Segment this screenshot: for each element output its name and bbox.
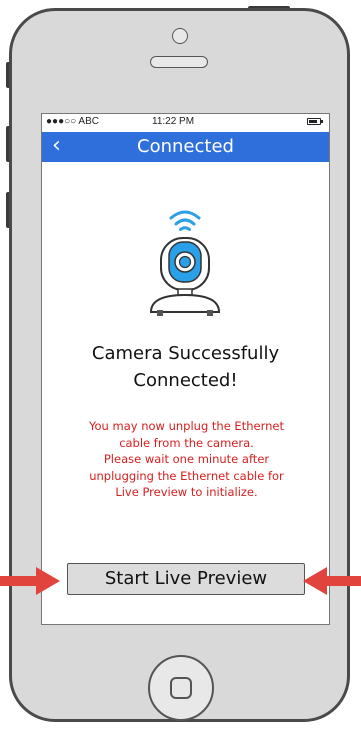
notice-line-1: You may now unplug the Ethernet: [89, 419, 284, 433]
nav-title: Connected: [137, 136, 234, 157]
status-bar: ●●●○○ ABC 11:22 PM: [42, 114, 329, 130]
notice-line-5: Live Preview to initialize.: [115, 485, 258, 499]
camera-wifi-icon: [149, 210, 221, 316]
home-square-icon: [170, 677, 192, 699]
notice-line-3: Please wait one minute after: [103, 452, 270, 466]
start-live-preview-button[interactable]: Start Live Preview: [67, 563, 305, 595]
right-arrow-icon: [0, 567, 60, 595]
left-arrow-icon: [303, 567, 361, 595]
mockup-canvas: ●●●○○ ABC 11:22 PM ‹ Connected Camera Su…: [0, 0, 361, 729]
status-time: 11:22 PM: [152, 116, 195, 127]
phone-screen: ●●●○○ ABC 11:22 PM ‹ Connected Camera Su…: [41, 113, 330, 625]
success-headline: Camera Successfully Connected!: [42, 340, 329, 394]
headline-line-2: Connected!: [133, 370, 238, 391]
headline-line-1: Camera Successfully: [91, 343, 280, 364]
front-camera: [172, 28, 188, 44]
notice-line-4: unplugging the Ethernet cable for: [89, 468, 284, 483]
carrier-signal: ●●●○○ ABC: [46, 116, 99, 127]
earpiece-speaker: [150, 56, 208, 68]
unplug-notice: You may now unplug the Ethernet cable fr…: [46, 418, 327, 501]
home-button[interactable]: [148, 655, 214, 721]
battery-icon: [307, 118, 323, 125]
nav-bar: ‹ Connected: [42, 132, 329, 162]
notice-line-2: cable from the camera.: [119, 435, 254, 450]
